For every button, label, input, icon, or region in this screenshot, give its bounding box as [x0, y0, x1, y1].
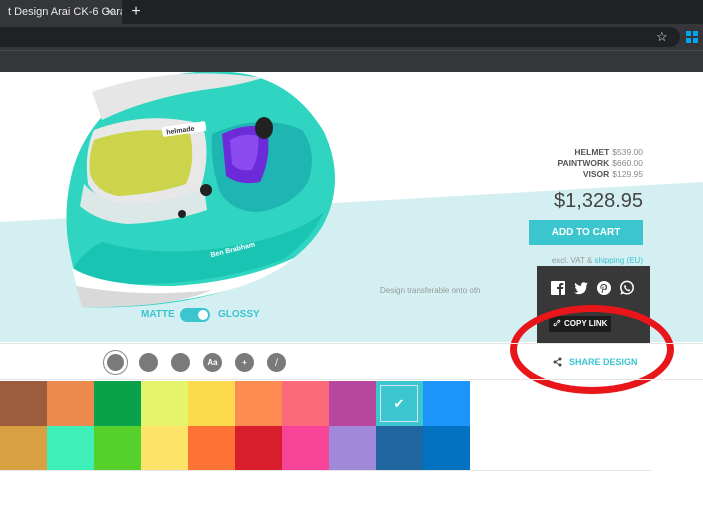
- twitter-icon[interactable]: [573, 280, 589, 296]
- color-swatch[interactable]: [423, 426, 470, 471]
- color-palette: ✔: [0, 381, 470, 471]
- browser-tab[interactable]: t Design Arai CK-6 Gara - H ✕: [0, 0, 122, 24]
- configurator-page: helmade Ben Brabham MATTE GLOSSY HELMET $…: [0, 72, 703, 514]
- color-swatch[interactable]: [235, 381, 282, 426]
- drop-icon[interactable]: [103, 350, 128, 375]
- price-breakdown: HELMET $539.00 PAINTWORK $660.00 VISOR $129…: [500, 147, 643, 180]
- matte-label[interactable]: MATTE: [141, 308, 175, 322]
- price-label: PAINTWORK: [557, 158, 610, 168]
- drop-icon-inner: [107, 354, 124, 371]
- price-row-visor: VISOR $129.95: [500, 169, 643, 180]
- facebook-icon[interactable]: [550, 280, 566, 296]
- new-tab-button[interactable]: +: [126, 0, 146, 24]
- windows-logo-icon: [686, 31, 698, 43]
- price-row-helmet: HELMET $539.00: [500, 147, 643, 158]
- price-amount: $660.00: [612, 158, 643, 168]
- color-swatch[interactable]: [141, 381, 188, 426]
- plus-icon[interactable]: +: [235, 353, 254, 372]
- text-icon[interactable]: Aa: [203, 353, 222, 372]
- color-swatch[interactable]: [94, 381, 141, 426]
- color-swatch[interactable]: [235, 426, 282, 471]
- drop-icon[interactable]: [139, 353, 158, 372]
- price-label: VISOR: [582, 169, 610, 179]
- toggle-knob: [198, 310, 208, 320]
- color-swatch[interactable]: [423, 381, 470, 426]
- price-amount: $539.00: [612, 147, 643, 157]
- color-swatch[interactable]: [329, 381, 376, 426]
- price-row-paintwork: PAINTWORK $660.00: [500, 158, 643, 169]
- color-swatch[interactable]: [94, 426, 141, 471]
- pattern-icon[interactable]: ⧸: [267, 353, 286, 372]
- price-amount: $129.95: [612, 169, 643, 179]
- transfer-note: Design transferable onto oth: [380, 286, 481, 295]
- tool-row: Aa + ⧸: [0, 343, 703, 380]
- bookmarks-bar: [0, 50, 703, 72]
- total-price: $1,328.95: [554, 190, 643, 212]
- close-icon[interactable]: ✕: [100, 0, 120, 24]
- price-label: HELMET: [574, 147, 610, 157]
- color-swatch[interactable]: [188, 381, 235, 426]
- whatsapp-icon[interactable]: [619, 280, 635, 296]
- check-icon: ✔: [380, 385, 418, 422]
- vat-note: excl. VAT & shipping (EU): [500, 256, 643, 265]
- add-to-cart-button[interactable]: ADD TO CART: [529, 220, 643, 245]
- color-swatch[interactable]: [376, 426, 423, 471]
- vat-text: excl. VAT &: [551, 256, 595, 265]
- color-swatch[interactable]: [282, 381, 329, 426]
- color-swatch[interactable]: [0, 426, 47, 471]
- address-bar: ☆: [0, 24, 703, 50]
- color-swatch[interactable]: [141, 426, 188, 471]
- color-swatch[interactable]: ✔: [376, 381, 423, 426]
- color-swatch[interactable]: [0, 381, 47, 426]
- color-swatch[interactable]: [329, 426, 376, 471]
- color-swatch[interactable]: [282, 426, 329, 471]
- helmet-preview[interactable]: helmade Ben Brabham: [62, 72, 352, 310]
- divider: [0, 470, 652, 471]
- color-swatch[interactable]: [188, 426, 235, 471]
- glossy-label[interactable]: GLOSSY: [218, 308, 260, 322]
- drop-icon[interactable]: [171, 353, 190, 372]
- omnibox[interactable]: ☆: [0, 27, 680, 47]
- finish-toggle[interactable]: [180, 308, 210, 322]
- browser-tab-bar: t Design Arai CK-6 Gara - H ✕ +: [0, 0, 703, 24]
- pinterest-icon[interactable]: [596, 280, 612, 296]
- color-swatch[interactable]: [47, 426, 94, 471]
- shipping-link[interactable]: shipping (EU): [595, 256, 643, 265]
- color-swatch[interactable]: [47, 381, 94, 426]
- star-icon[interactable]: ☆: [656, 28, 668, 46]
